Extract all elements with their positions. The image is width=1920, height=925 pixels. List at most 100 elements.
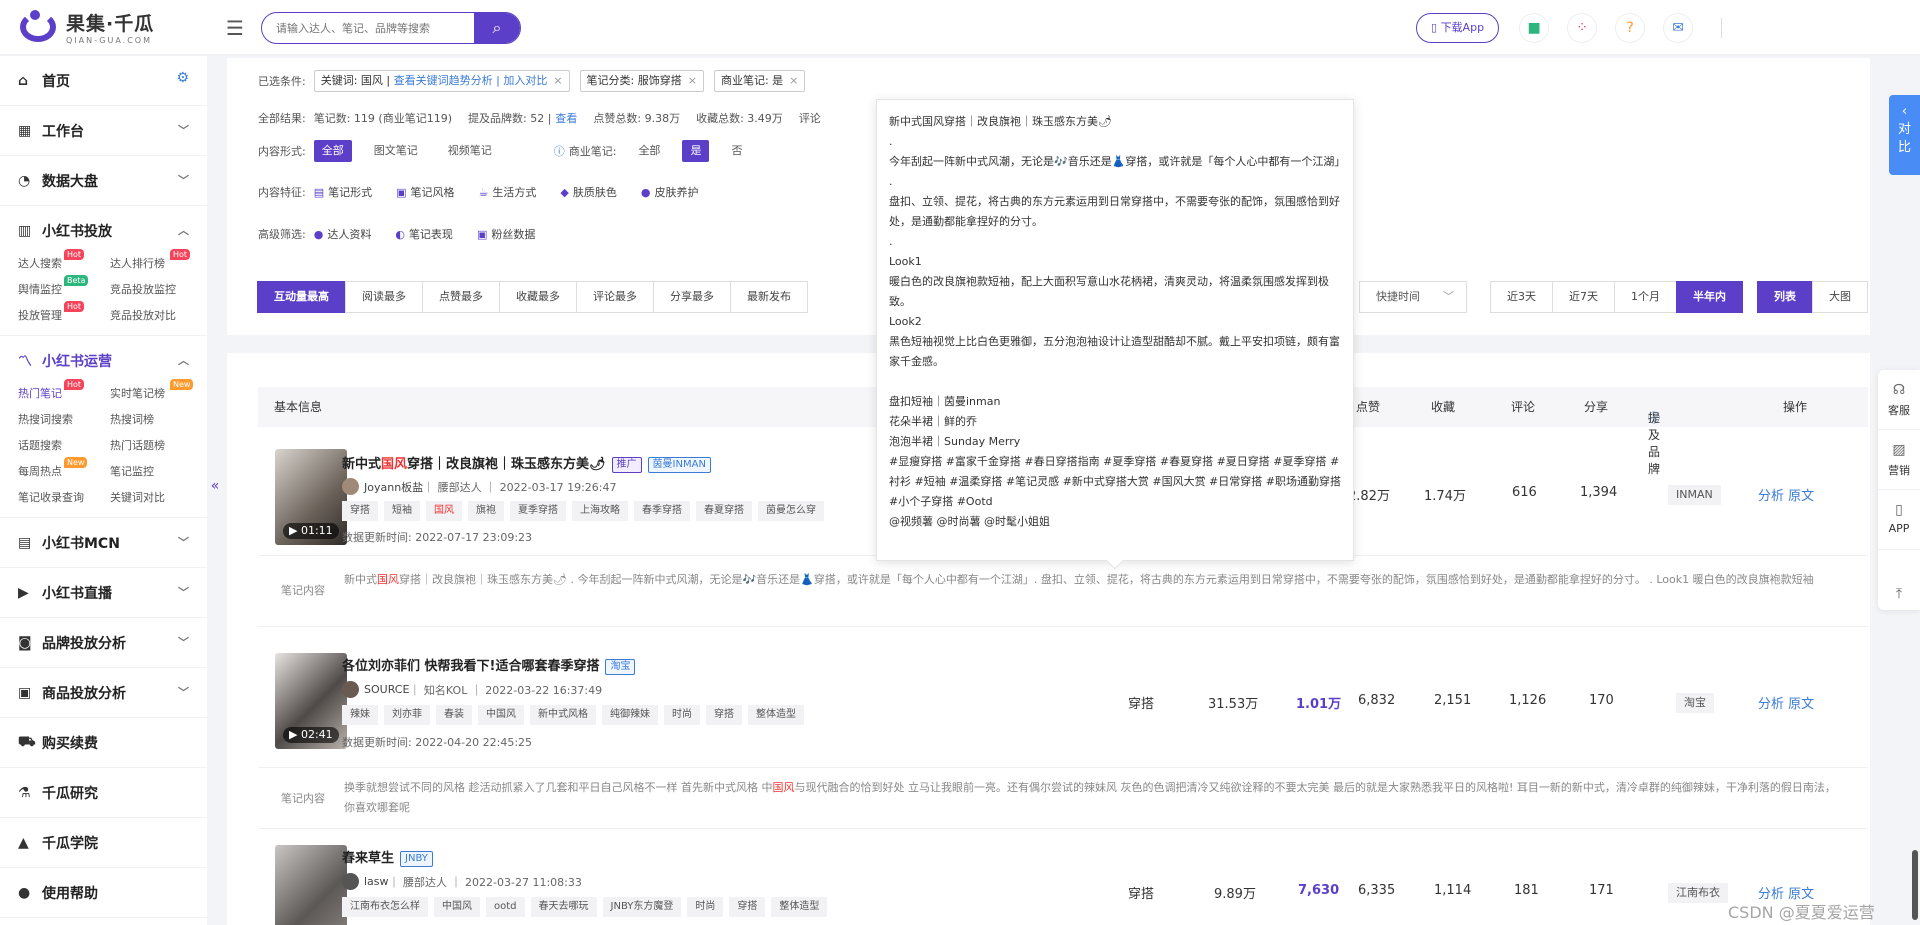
- sort-shares[interactable]: 分享最多: [653, 281, 731, 313]
- author-name[interactable]: Joyann板盐: [364, 479, 423, 495]
- sidebar-sub-sentiment[interactable]: 舆情监控 Beta: [18, 275, 110, 299]
- sidebar-item-goods-analysis[interactable]: ▣ 商品投放分析 ﹀: [0, 668, 207, 717]
- view-grid[interactable]: 大图: [1812, 281, 1868, 313]
- sidebar-item-xhs-operation[interactable]: 〽小红书运营 ︿: [0, 336, 207, 385]
- sidebar-sub-competitor-compare[interactable]: 竞品投放对比: [110, 307, 202, 325]
- view-brands-link[interactable]: 查看: [555, 110, 577, 126]
- sort-interact[interactable]: 互动量最高: [257, 281, 346, 313]
- close-icon[interactable]: ×: [688, 74, 697, 87]
- app-button[interactable]: ▯ APP: [1878, 490, 1920, 550]
- advanced-note-performance[interactable]: ◐ 笔记表现: [395, 226, 453, 242]
- sidebar-item-help[interactable]: ● 使用帮助: [0, 868, 207, 917]
- sidebar-item-academy[interactable]: ▲ 千瓜学院: [0, 818, 207, 867]
- note-thumbnail[interactable]: [275, 845, 347, 925]
- brand-value[interactable]: 淘宝: [1676, 693, 1714, 713]
- sidebar-item-brand-analysis[interactable]: ◙ 品牌投放分析 ﹀: [0, 618, 207, 667]
- range-1m[interactable]: 1个月: [1614, 281, 1677, 313]
- feature-note-form[interactable]: ▤ 笔记形式: [314, 184, 372, 200]
- briefcase-icon[interactable]: ■: [1519, 13, 1550, 43]
- sidebar-sub-topic-rank[interactable]: 热门话题榜: [110, 437, 202, 455]
- note-title[interactable]: 各位刘亦菲们 快帮我看下!适合哪套春季穿搭 淘宝: [342, 655, 636, 675]
- view-list[interactable]: 列表: [1757, 281, 1813, 313]
- sort-latest[interactable]: 最新发布: [730, 281, 808, 313]
- advanced-fans-data[interactable]: ▣ 粉丝数据: [477, 226, 535, 242]
- table-row[interactable]: 春来草生 JNBY lasw ｜ 腰部达人 ｜ 2022-03-27 11:08:3…: [258, 843, 1868, 925]
- form-video-note[interactable]: 视频笔记: [440, 140, 500, 162]
- feature-note-style[interactable]: ▣ 笔记风格: [396, 184, 454, 200]
- table-row[interactable]: ▶ 02:41 各位刘亦菲们 快帮我看下!适合哪套春季穿搭 淘宝 SOURCE ｜ …: [258, 651, 1868, 761]
- sidebar-sub-competitor-monitor[interactable]: 竞品投放监控: [110, 281, 202, 299]
- compare-tab[interactable]: ‹ 对比: [1889, 95, 1920, 175]
- commercial-yes[interactable]: 是: [682, 140, 710, 162]
- back-to-top-icon[interactable]: ⤒: [1878, 577, 1920, 611]
- sidebar-item-purchase[interactable]: ⛟ 购买续费: [0, 718, 207, 767]
- range-3d[interactable]: 近3天: [1490, 281, 1553, 313]
- sidebar-item-workbench[interactable]: ▦ 工作台 ﹀: [0, 106, 207, 155]
- sidebar-item-research[interactable]: ⚗ 千瓜研究: [0, 768, 207, 817]
- sidebar-item-live[interactable]: ▶ 小红书直播 ﹀: [0, 568, 207, 617]
- range-6m[interactable]: 半年内: [1676, 281, 1743, 313]
- sidebar-sub-note-monitor[interactable]: 笔记监控: [110, 463, 202, 481]
- sort-comments[interactable]: 评论最多: [576, 281, 654, 313]
- close-icon[interactable]: ×: [789, 74, 798, 87]
- sidebar-sub-topic-search[interactable]: 话题搜索: [18, 437, 110, 455]
- sidebar-sub-delivery-manage[interactable]: 投放管理 Hot: [18, 301, 110, 325]
- download-app-button[interactable]: ▯ 下载App: [1416, 13, 1500, 43]
- brand-tag: 淘宝: [605, 659, 636, 675]
- form-image-note[interactable]: 图文笔记: [366, 140, 426, 162]
- brand-value[interactable]: 江南布衣: [1668, 883, 1728, 903]
- author-name[interactable]: SOURCE: [364, 683, 409, 696]
- sidebar-item-data-screen[interactable]: ◔ 数据大盘 ﹀: [0, 156, 207, 205]
- sidebar-sub-expert-rank[interactable]: 达人排行榜 Hot: [110, 249, 202, 273]
- help-icon[interactable]: ?: [1615, 13, 1646, 43]
- sort-read[interactable]: 阅读最多: [345, 281, 423, 313]
- search-input[interactable]: [262, 13, 472, 43]
- note-title[interactable]: 新中式国风穿搭｜改良旗袍｜珠玉感东方美🌶 推广 茵曼INMAN: [342, 453, 711, 473]
- close-icon[interactable]: ×: [553, 74, 562, 87]
- brand-value[interactable]: INMAN: [1668, 485, 1721, 505]
- sort-likes[interactable]: 点赞最多: [422, 281, 500, 313]
- sidebar-sub-note-index[interactable]: 笔记收录查询: [18, 489, 110, 507]
- scrollbar[interactable]: [1912, 850, 1918, 920]
- settings-gear-icon[interactable]: ⚙: [176, 70, 189, 86]
- logo[interactable]: 果集·千瓜 QIAN-GUA.COM: [18, 9, 154, 45]
- sidebar-sub-keyword-compare[interactable]: 关键词对比: [110, 489, 202, 507]
- sort-collect[interactable]: 收藏最多: [499, 281, 577, 313]
- commercial-all[interactable]: 全部: [630, 140, 668, 162]
- sidebar-sub-hot-notes[interactable]: 热门笔记 Hot: [18, 379, 110, 403]
- sidebar-item-mcn[interactable]: ▤ 小红书MCN ﹀: [0, 518, 207, 567]
- feature-skin-tone[interactable]: ◆ 肤质肤色: [560, 184, 616, 200]
- analyze-link[interactable]: 分析: [1758, 489, 1784, 504]
- feature-skin-care[interactable]: ● 皮肤养护: [641, 184, 699, 200]
- sidebar-collapse-icon[interactable]: «: [207, 478, 223, 504]
- mail-icon[interactable]: ✉: [1663, 13, 1694, 43]
- customer-service-button[interactable]: ☊ 客服: [1878, 370, 1920, 430]
- sidebar-sub-hot-search-rank[interactable]: 热搜词榜: [110, 411, 202, 429]
- quick-time-select[interactable]: 快捷时间 ﹀: [1359, 281, 1467, 313]
- note-thumbnail[interactable]: ▶ 02:41: [275, 653, 347, 749]
- range-7d[interactable]: 近7天: [1552, 281, 1615, 313]
- sidebar-sub-expert-search[interactable]: 达人搜索 Hot: [18, 249, 110, 273]
- author-name[interactable]: lasw: [364, 875, 389, 888]
- origin-link[interactable]: 原文: [1788, 697, 1814, 712]
- sidebar-sub-realtime-rank[interactable]: 实时笔记榜 New: [110, 379, 202, 403]
- search-button[interactable]: ⌕: [474, 13, 520, 43]
- sidebar-sub-weekly-hot[interactable]: 每周热点 New: [18, 457, 110, 481]
- marketing-button[interactable]: ▨ 营销: [1878, 430, 1920, 490]
- analyze-link[interactable]: 分析: [1758, 697, 1784, 712]
- sidebar-sub-hot-search[interactable]: 热搜词搜索: [18, 411, 110, 429]
- feature-lifestyle[interactable]: ☕ 生活方式: [479, 184, 537, 200]
- commercial-no[interactable]: 否: [723, 140, 750, 162]
- origin-link[interactable]: 原文: [1788, 489, 1814, 504]
- note-thumbnail[interactable]: ▶ 01:11: [275, 449, 347, 545]
- keyword-trend-link[interactable]: 查看关键词趋势分析: [394, 74, 493, 87]
- apps-grid-icon[interactable]: ⁘: [1567, 13, 1598, 43]
- add-compare-link[interactable]: 加入对比: [503, 74, 547, 87]
- chevron-down-icon: ﹀: [178, 586, 189, 599]
- sidebar-item-home[interactable]: ⌂ 首页 ⚙: [0, 56, 207, 105]
- menu-toggle-icon[interactable]: ☰: [226, 16, 244, 40]
- advanced-expert-profile[interactable]: ● 达人资料: [314, 226, 372, 242]
- sidebar-item-xhs-delivery[interactable]: ▥ 小红书投放 ︿: [0, 206, 207, 255]
- form-all[interactable]: 全部: [313, 140, 352, 162]
- note-title[interactable]: 春来草生 JNBY: [342, 847, 433, 867]
